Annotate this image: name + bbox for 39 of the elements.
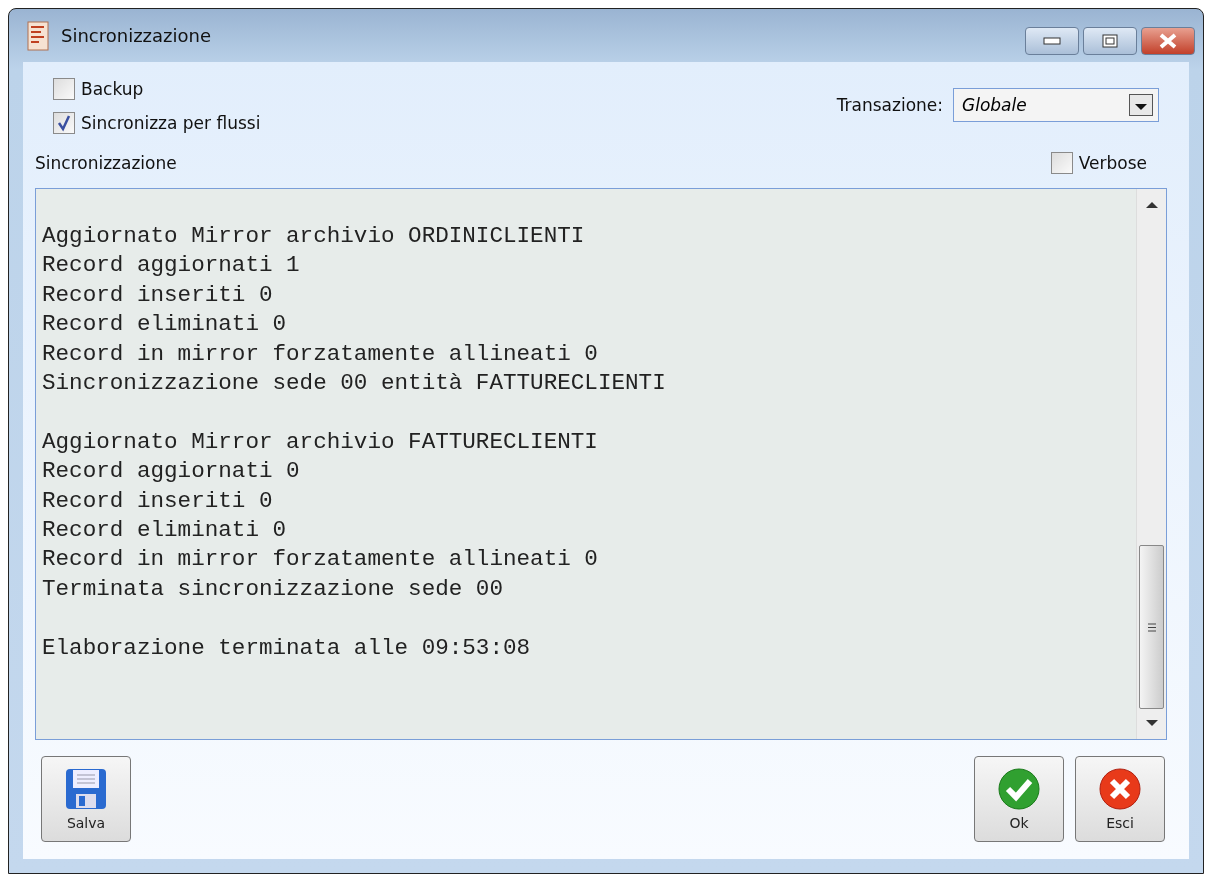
transaction-dropdown[interactable]: Globale [953,88,1159,122]
log-label: Sincronizzazione [35,153,177,173]
checkmark-icon [997,767,1041,811]
checkbox-label: Backup [81,79,144,99]
log-line: Aggiornato Mirror archivio ORDINICLIENTI [42,222,585,251]
scroll-down-icon[interactable] [1144,719,1159,727]
checkbox[interactable] [1050,152,1073,174]
checkbox-label: Sincronizza per flussi [81,113,261,133]
log-line: Record in mirror forzatamente allineati 0 [42,545,598,575]
maximize-icon [1102,34,1118,48]
scrollbar-thumb[interactable] [1139,545,1164,709]
window-title: Sincronizzazione [61,25,212,46]
checkbox[interactable] [53,78,75,100]
log-line: Record aggiornati 0 [42,457,300,487]
maximize-button[interactable] [1083,27,1137,55]
close-button[interactable] [1141,27,1195,55]
log-line: Record in mirror forzatamente allineati 0 [42,339,598,369]
minimize-icon [1043,37,1061,45]
log-line: Sincronizzazione sede 00 entità FATTURECLIENTI [42,369,666,399]
document-icon [27,20,49,51]
log-line: Record eliminati 0 [42,310,287,340]
transaction-label: Transazione: [836,95,943,115]
log-line: Elaborazione terminata alle 09:53:08 [42,633,531,663]
save-button[interactable]: Salva [41,756,131,842]
close-icon [1098,767,1142,811]
log-line: Record inseriti 0 [42,486,273,516]
scrollbar[interactable] [1136,189,1166,739]
close-icon [1157,33,1179,49]
checkbox-label: Verbose [1078,153,1147,173]
checkbox[interactable] [53,112,75,134]
log-line: Record inseriti 0 [42,280,273,310]
log-line: Aggiornato Mirror archivio FATTURECLIENTI [42,427,598,457]
exit-button[interactable]: Esci [1075,756,1165,842]
ok-button[interactable]: Ok [974,756,1064,842]
log-line: Record aggiornati 1 [42,251,300,281]
log-line: Terminata sincronizzazione sede 00 [42,574,503,604]
scroll-up-icon[interactable] [1144,201,1159,209]
minimize-button[interactable] [1025,27,1079,55]
log-line: Record eliminati 0 [42,516,287,546]
